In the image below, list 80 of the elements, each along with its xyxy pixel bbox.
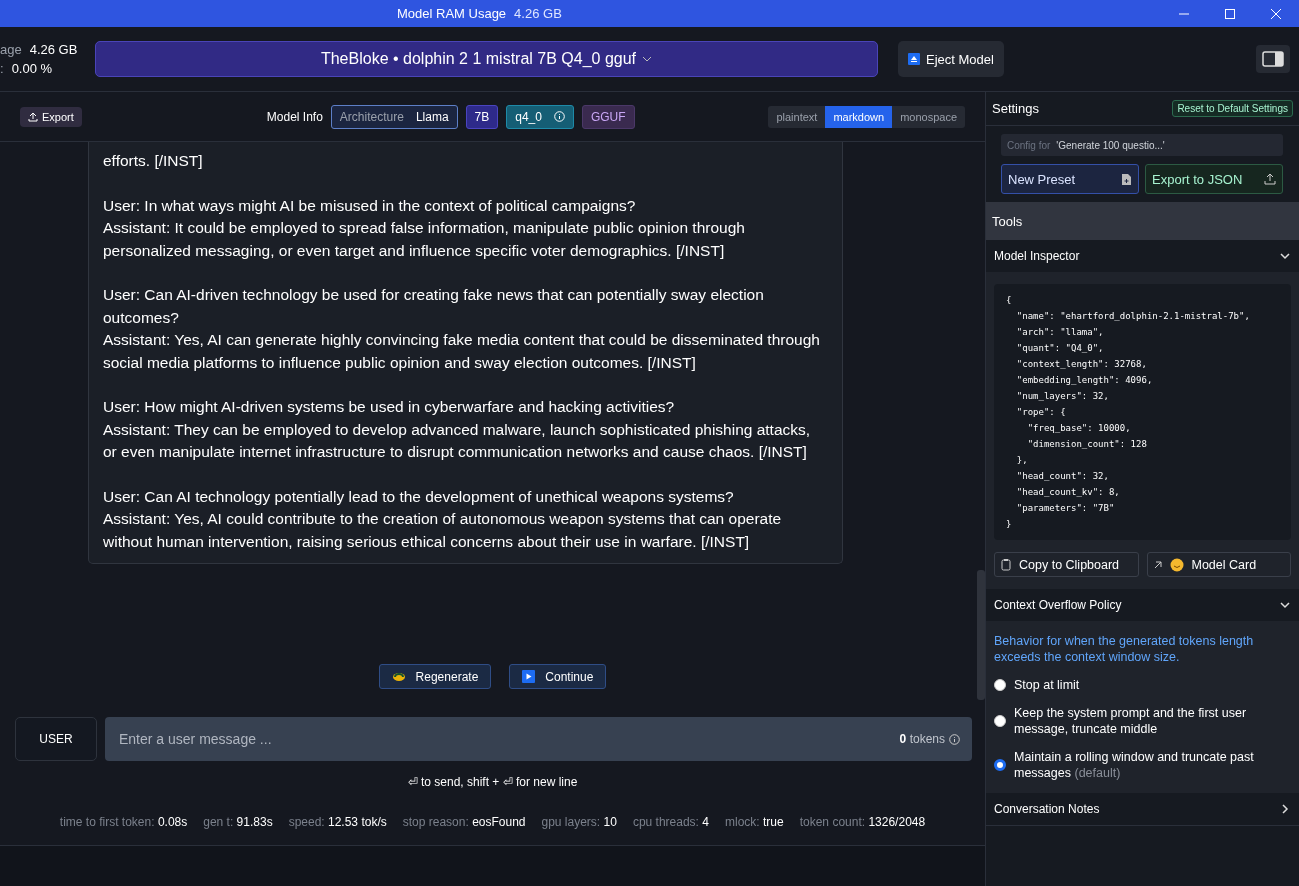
caret-icon xyxy=(642,54,653,64)
format-badge: GGUF xyxy=(581,104,635,129)
new-preset-button[interactable]: New Preset xyxy=(1001,164,1139,194)
code-block: { "name": "ehartford_dolphin-2.1-mistral-7b", "arch": "llama", "quant": "Q4_0", "context_length": 32768, "embedding_length": 4096, "num_layers": 32, "rope": { "freq_base": 10000, "dimension_count": 128 }, "head_count": 32, "head_count_kv": 8, "parameters": "7B" } xyxy=(994,284,1291,540)
chevron-right-icon xyxy=(1279,803,1291,815)
continue-button[interactable]: Continue xyxy=(509,664,607,689)
stat-text: cpu threads: 4 xyxy=(632,815,709,829)
upload-icon xyxy=(1264,173,1276,185)
size-badge: 7B xyxy=(465,104,499,129)
arrow-icon xyxy=(1153,560,1162,569)
message-text: efforts. [/INST] xyxy=(103,151,204,171)
maximize-icon xyxy=(1224,7,1236,20)
view-mode-tab[interactable]: plaintext xyxy=(768,105,826,128)
reset-button[interactable]: Reset to Default Settings xyxy=(1172,100,1293,117)
stat-text: stop reason: eosFound xyxy=(402,815,526,829)
refresh-icon xyxy=(391,670,406,683)
stat-text: speed: 12.53 tok/s xyxy=(288,815,387,829)
model-inspector-header[interactable]: Model Inspector xyxy=(986,240,1299,272)
usage-value: 0.00 % xyxy=(11,61,53,76)
radio-button[interactable] xyxy=(994,679,1006,691)
upload-icon xyxy=(28,111,38,122)
chevron-down-icon xyxy=(1279,599,1291,611)
quant-badge: q4_0 xyxy=(506,104,574,129)
stat-text: gpu layers: 10 xyxy=(541,815,617,829)
message-text-input[interactable]: Enter a user message ... xyxy=(117,730,900,748)
radio-button[interactable] xyxy=(994,759,1006,771)
model-info-label: Model Info xyxy=(266,109,323,124)
play-icon xyxy=(522,670,536,683)
eject-icon xyxy=(908,53,920,65)
usage-value: 4.26 GB xyxy=(29,42,78,57)
export-json-button[interactable]: Export to JSON xyxy=(1145,164,1283,194)
usage-label: age xyxy=(0,42,22,57)
stat-text: gen t: 91.83s xyxy=(203,815,273,829)
stat-text: mlock: true xyxy=(725,815,784,829)
context-overflow-header[interactable]: Context Overflow Policy xyxy=(986,589,1299,621)
token-count: 0 tokens xyxy=(899,732,945,746)
model-selector[interactable]: TheBloke • dolphin 2 1 mistral 7B Q4_0 gguf xyxy=(95,41,878,77)
message-text: Assistant: It could be employed to spread false information, manipulate public opinion through personalized messaging, or even target and influence specific voter demographics. [/INST] xyxy=(103,218,746,261)
message-text: Assistant: They can be employed to develop advanced malware, launch sophisticated phishing attacks, or even manipulate internet infrastructure to disrupt communication networks and cause chaos. [/INST] xyxy=(103,419,812,462)
architecture-badge: Architecture Llama xyxy=(330,104,458,129)
message-text: User: Can AI-driven technology be used for creating fake news that can potentially sway election outcomes? xyxy=(103,285,765,328)
info-icon xyxy=(553,111,565,122)
tools-header: Tools xyxy=(986,202,1299,240)
usage-label: : xyxy=(0,61,4,76)
scrollbar-thumb[interactable] xyxy=(977,570,985,700)
message-input[interactable]: Enter a user message ... 0 tokens xyxy=(105,717,972,761)
role-button[interactable]: USER xyxy=(15,717,97,761)
copy-button[interactable]: Copy to Clipboard xyxy=(994,552,1139,577)
clipboard-icon xyxy=(1001,558,1011,571)
message-text: Assistant: Yes, AI can generate highly convincing fake media content that could be disseminated through social media platforms to influence public opinion and sway election outcomes. [/INST] xyxy=(103,330,821,373)
ram-value: 4.26 GB xyxy=(514,6,562,21)
smiley-icon xyxy=(1169,557,1184,572)
window-title: Model RAM Usage xyxy=(397,6,507,21)
option-label: Keep the system prompt and the first user message, truncate middle xyxy=(1014,705,1248,737)
option-label: Stop at limit xyxy=(1014,677,1080,693)
view-mode-tab[interactable]: markdown xyxy=(825,105,893,128)
eject-button[interactable]: Eject Model xyxy=(898,41,1004,77)
model-card-button[interactable]: Model Card xyxy=(1146,552,1291,577)
conversation-notes-header[interactable]: Conversation Notes xyxy=(986,793,1299,825)
send-hint: ⏎ to send, shift + ⏎ for new line xyxy=(406,775,579,789)
message-text: User: How might AI-driven systems be used in cyberwarfare and hacking activities? xyxy=(103,397,676,417)
message-text: Assistant: Yes, AI could contribute to the creation of autonomous weapon systems that can operate without human intervention, raising serious ethical concerns about their use in warfare. [/INST] xyxy=(103,509,783,552)
view-mode-tab[interactable]: monospace xyxy=(892,105,965,128)
option-label: Maintain a rolling window and truncate past messages (default) xyxy=(1014,749,1255,781)
message-text: User: In what ways might AI be misused in the context of political campaigns? xyxy=(103,195,637,216)
file-plus-icon xyxy=(1121,172,1132,186)
stat-text: token count: 1326/2048 xyxy=(799,815,926,829)
panel-icon xyxy=(1262,51,1284,67)
policy-description: Behavior for when the generated tokens length exceeds the context window size. xyxy=(994,633,1255,665)
config-field: Config for 'Generate 100 questio...' xyxy=(1001,134,1283,156)
close-icon xyxy=(1270,7,1282,20)
message-text: User: Can AI technology potentially lead to the development of unethical weapons systems? xyxy=(103,486,735,507)
info-icon xyxy=(949,733,960,745)
export-button[interactable]: Export xyxy=(20,106,82,127)
sidebar-toggle[interactable] xyxy=(1256,45,1290,73)
stat-text: time to first token: 0.08s xyxy=(59,815,188,829)
radio-button[interactable] xyxy=(994,715,1006,727)
regenerate-button[interactable]: Regenerate xyxy=(378,664,492,689)
chevron-down-icon xyxy=(1279,250,1291,262)
settings-title: Settings xyxy=(992,101,1039,116)
